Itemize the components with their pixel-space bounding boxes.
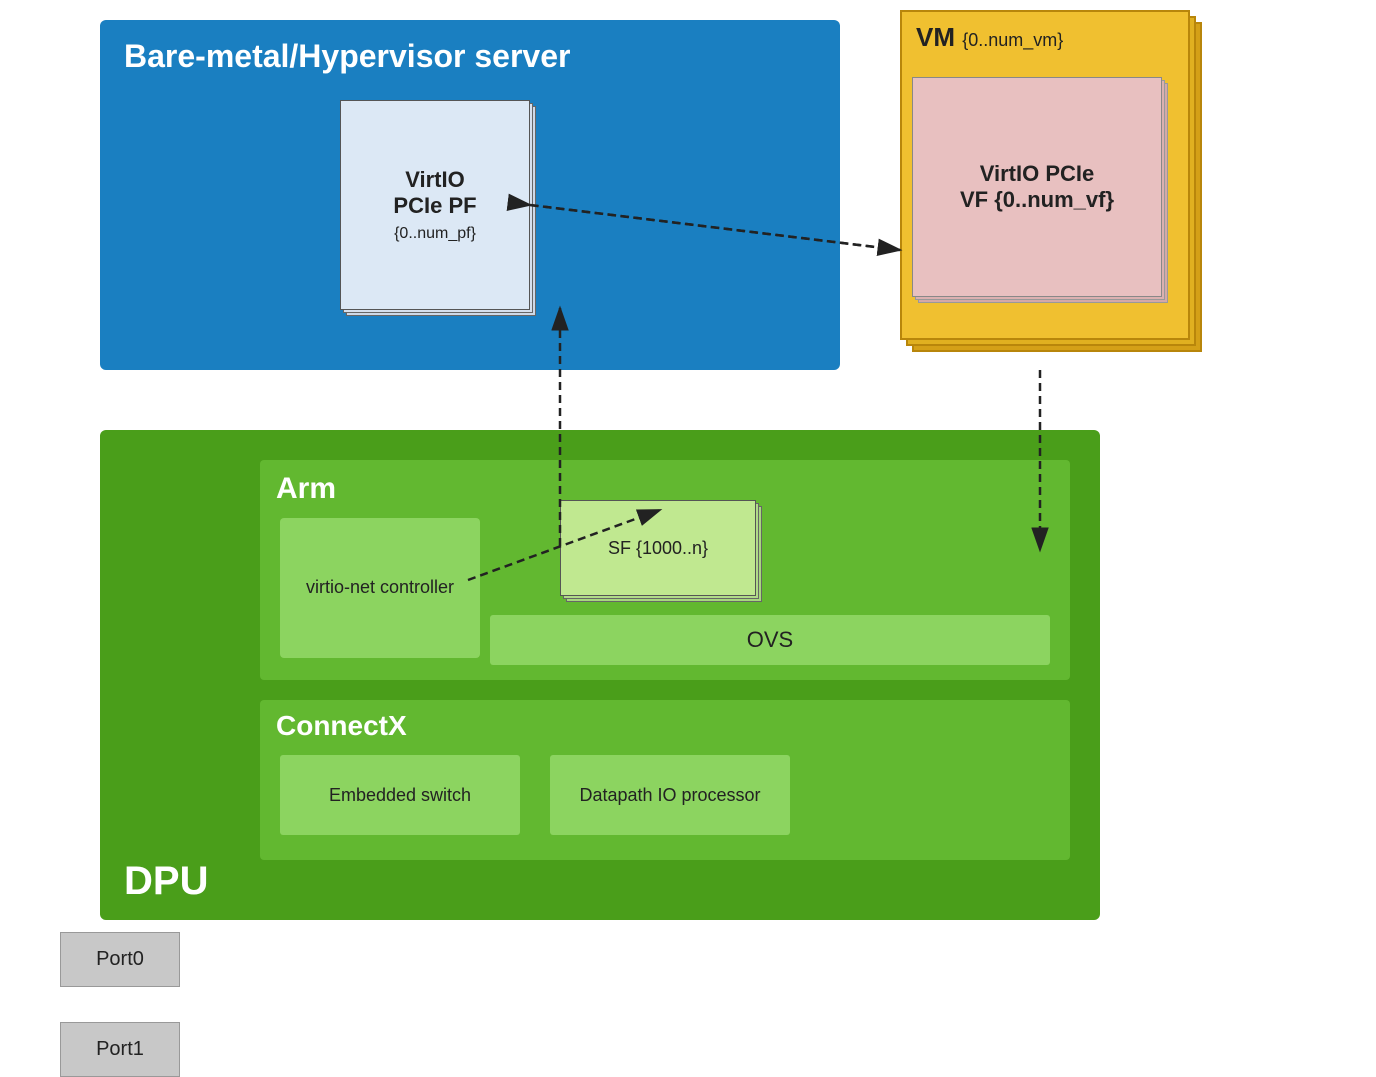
pf-title-line1: VirtIOPCIe PF	[393, 167, 476, 220]
hypervisor-box: Bare-metal/Hypervisor server VirtIOPCIe …	[100, 20, 840, 370]
virtio-ctrl-box: virtio-net controller	[280, 518, 480, 658]
hypervisor-title: Bare-metal/Hypervisor server	[124, 38, 570, 75]
port1-label: Port1	[96, 1038, 144, 1061]
vf-title: VirtIO PCIeVF {0..num_vf}	[960, 161, 1114, 214]
pf-stack: VirtIOPCIe PF {0..num_pf}	[340, 100, 540, 330]
dpu-title: DPU	[124, 859, 208, 904]
vm-box: VM {0..num_vm} VirtIO PCIeVF {0..num_vf}	[900, 10, 1190, 340]
port0-label: Port0	[96, 948, 144, 971]
dpu-box: DPU Port0 Port1 Arm virtio-net controlle…	[100, 430, 1100, 920]
sf-label: SF {1000..n}	[608, 538, 708, 559]
sf-stack: SF {1000..n}	[560, 500, 770, 610]
embedded-switch-box: Embedded switch	[280, 755, 520, 835]
virtio-ctrl-label: virtio-net controller	[306, 575, 454, 600]
arm-title: Arm	[276, 472, 336, 506]
vm-label: VM {0..num_vm}	[916, 22, 1063, 53]
pf-box: VirtIOPCIe PF {0..num_pf}	[340, 100, 530, 310]
ovs-box: OVS	[490, 615, 1050, 665]
vf-box: VirtIO PCIeVF {0..num_vf}	[912, 77, 1162, 297]
datapath-label: Datapath IO processor	[579, 785, 760, 806]
port1-box: Port1	[60, 1022, 180, 1077]
vm-label-sub: {0..num_vm}	[962, 30, 1063, 50]
datapath-box: Datapath IO processor	[550, 755, 790, 835]
connectx-box: ConnectX Embedded switch Datapath IO pro…	[260, 700, 1070, 860]
pf-title-line3: {0..num_pf}	[394, 225, 476, 243]
port0-box: Port0	[60, 932, 180, 987]
sf-box: SF {1000..n}	[560, 500, 756, 596]
vf-stack: VirtIO PCIeVF {0..num_vf}	[912, 77, 1177, 317]
diagram-container: Bare-metal/Hypervisor server VirtIOPCIe …	[80, 10, 1280, 950]
ovs-label: OVS	[747, 627, 793, 653]
arm-box: Arm virtio-net controller SF {1000..n} O…	[260, 460, 1070, 680]
connectx-title: ConnectX	[276, 710, 407, 742]
vm-stack: VM {0..num_vm} VirtIO PCIeVF {0..num_vf}	[900, 10, 1210, 370]
embedded-switch-label: Embedded switch	[329, 785, 471, 806]
